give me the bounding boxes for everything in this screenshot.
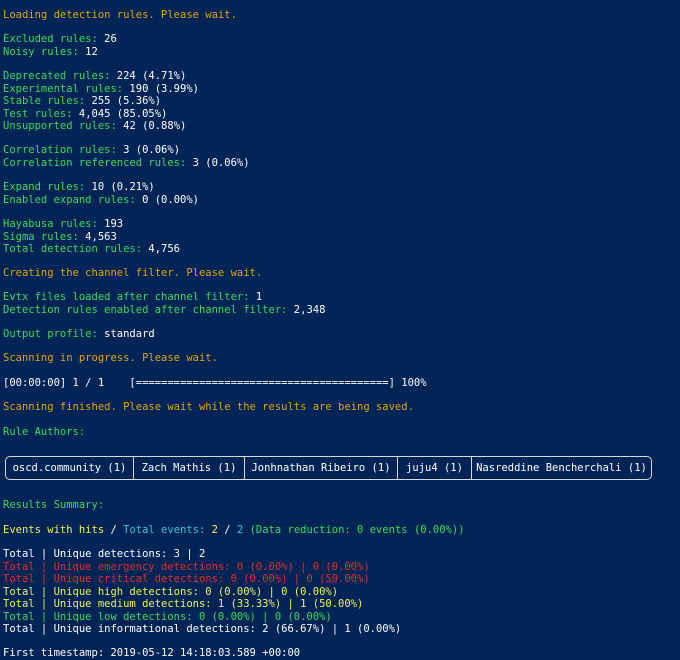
events-slash: / [104, 524, 124, 536]
unsupported-rules-line: Unsupported rules: 42 (0.88%) [3, 120, 186, 133]
correlation-ref-line: Correlation referenced rules: 3 (0.06%) [3, 157, 250, 170]
channel-filter-message: Creating the channel filter. Please wait… [3, 267, 263, 279]
experimental-value: 190 (3.99%) [123, 82, 199, 95]
scan-finished-message: Scanning finished. Please wait while the… [3, 401, 414, 413]
correlation-label: Correlation rules: [3, 144, 117, 156]
rule-authors-table: oscd.community (1) Zach Mathis (1) Jonhn… [5, 456, 652, 480]
correlation-rules-line: Correlation rules: 3 (0.06%) [3, 144, 180, 157]
summary-line: Total | Unique emergency detections: 0 (… [3, 560, 370, 573]
correlation-value: 3 (0.06%) [116, 144, 181, 156]
deprecated-value: 224 (4.71%) [110, 70, 187, 82]
data-reduction: (Data reduction: 0 events (0.00%)) [243, 524, 465, 536]
loading-message: Loading detection rules. Please wait. [3, 9, 237, 21]
progress-bar: [00:00:00] 1 / 1 [======================… [3, 377, 427, 389]
rule-authors-label: Rule Authors: [3, 426, 86, 438]
hayabusa-value: 193 [97, 218, 124, 230]
correlation-ref-value: 3 (0.06%) [186, 156, 250, 169]
output-profile-value: standard [97, 328, 155, 340]
stable-value: 255 (5.36%) [85, 95, 162, 107]
unsupported-value: 42 (0.88%) [116, 120, 187, 132]
author-cell: Jonhnathan Ribeiro (1) [251, 462, 391, 474]
sigma-rules-line: Sigma rules: 4,563 [3, 231, 117, 244]
summary-line: Total | Unique medium detections: 1 (33.… [3, 598, 364, 610]
summary-line: Total | Unique detections: 3 | 2 [3, 548, 206, 560]
summary-line: Total | Unique low detections: 0 (0.00%)… [3, 610, 332, 623]
expand-label: Expand rules: [3, 181, 86, 193]
excluded-rules-line: Excluded rules: 26 [3, 33, 117, 46]
excluded-value: 26 [97, 33, 117, 45]
test-value: 4,045 (85.05%) [72, 107, 168, 120]
noisy-value: 12 [78, 45, 98, 58]
rules-enabled-value: 2,348 [287, 303, 326, 316]
experimental-label: Experimental rules: [3, 82, 124, 95]
output-profile-label: Output profile: [3, 328, 98, 340]
excluded-label: Excluded rules: [3, 33, 98, 45]
noisy-rules-line: Noisy rules: 12 [3, 46, 98, 59]
events-slash: / [217, 524, 237, 536]
output-profile-line: Output profile: standard [3, 328, 155, 341]
expand-value: 10 (0.21%) [85, 181, 155, 193]
correlation-ref-label: Correlation referenced rules: [3, 156, 187, 169]
unsupported-label: Unsupported rules: [3, 120, 117, 132]
author-cell: juju4 (1) [406, 462, 463, 474]
events-hits-value: 2 [205, 524, 218, 536]
author-cell: oscd.community (1) [12, 462, 127, 474]
deprecated-rules-line: Deprecated rules: 224 (4.71%) [3, 70, 186, 83]
evtx-loaded-label: Evtx files loaded after channel filter: [3, 291, 250, 303]
expand-rules-line: Expand rules: 10 (0.21%) [3, 181, 155, 194]
first-timestamp-label: First timestamp: [3, 647, 105, 659]
evtx-loaded-value: 1 [249, 291, 263, 303]
rules-enabled-line: Detection rules enabled after channel fi… [3, 304, 325, 317]
total-detection-line: Total detection rules: 4,756 [3, 243, 180, 256]
test-label: Test rules: [3, 107, 73, 120]
summary-line: Total | Unique informational detections:… [3, 623, 402, 635]
author-cell: Zach Mathis (1) [141, 462, 237, 474]
results-summary-label: Results Summary: [3, 499, 105, 511]
total-detection-value: 4,756 [142, 243, 181, 255]
sigma-label: Sigma rules: [3, 230, 79, 243]
enabled-expand-label: Enabled expand rules: [3, 193, 136, 206]
sigma-value: 4,563 [78, 230, 117, 243]
noisy-label: Noisy rules: [3, 45, 79, 58]
events-line: Events with hits / Total events: 2 / 2 (… [3, 524, 465, 537]
summary-line: Total | Unique high detections: 0 (0.00%… [3, 585, 339, 598]
first-timestamp-line: First timestamp: 2019-05-12 14:18:03.589… [3, 647, 300, 660]
evtx-loaded-line: Evtx files loaded after channel filter: … [3, 291, 262, 304]
stable-label: Stable rules: [3, 95, 86, 107]
hayabusa-rules-line: Hayabusa rules: 193 [3, 218, 123, 231]
summary-line: Total | Unique critical detections: 0 (0… [3, 573, 370, 585]
terminal-window: Loading detection rules. Please wait. Ex… [0, 0, 680, 659]
experimental-rules-line: Experimental rules: 190 (3.99%) [3, 83, 199, 96]
events-hits-label: Events with hits [3, 524, 105, 536]
total-detection-label: Total detection rules: [3, 243, 143, 255]
stable-rules-line: Stable rules: 255 (5.36%) [3, 95, 161, 108]
events-total-label: Total events: [123, 524, 206, 536]
scanning-message: Scanning in progress. Please wait. [3, 352, 218, 364]
rules-enabled-label: Detection rules enabled after channel fi… [3, 303, 288, 316]
enabled-expand-value: 0 (0.00%) [135, 193, 199, 206]
deprecated-label: Deprecated rules: [3, 70, 111, 82]
hayabusa-label: Hayabusa rules: [3, 218, 98, 230]
author-cell: Nasreddine Bencherchali (1) [476, 462, 647, 474]
first-timestamp-value: 2019-05-12 14:18:03.589 +00:00 [104, 647, 301, 659]
enabled-expand-line: Enabled expand rules: 0 (0.00%) [3, 194, 199, 207]
test-rules-line: Test rules: 4,045 (85.05%) [3, 108, 167, 121]
